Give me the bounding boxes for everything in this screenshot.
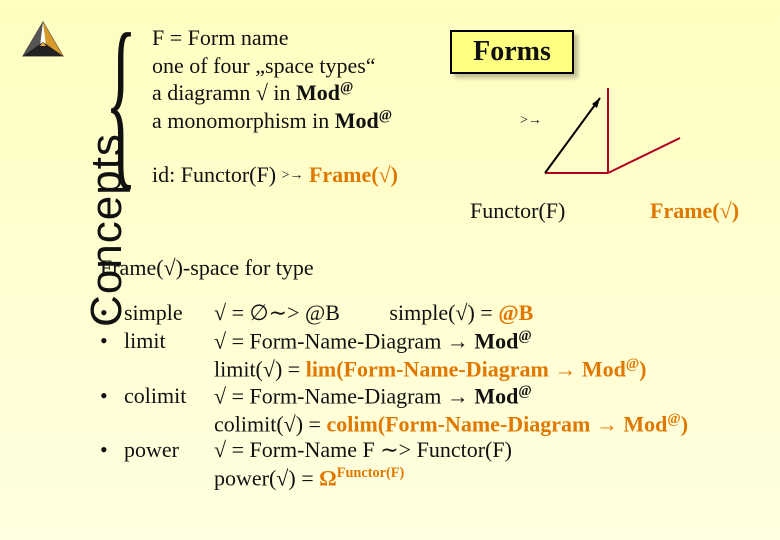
def-line-4: a monomorphism in Mod@ — [152, 107, 392, 135]
simple-def-c: @B — [498, 300, 533, 325]
limit-def-mod: Mod — [474, 328, 518, 353]
limit2-a: limit(√) = — [214, 357, 306, 382]
colimit-line-2: colimit(√) = colim(Form-Name-Diagram → M… — [100, 411, 760, 437]
bullet-simple: • simple √ = ∅∼> @B simple(√) = @B — [100, 300, 760, 326]
power2-omega: Ω — [319, 466, 337, 491]
limit2-b: lim(Form-Name-Diagram → Mod — [306, 357, 626, 382]
limit-def-a: √ = Form-Name-Diagram → — [214, 328, 474, 353]
def-line-4a: a monomorphism in — [152, 108, 335, 133]
colimit-def-sup: @ — [518, 383, 531, 399]
bullet-power: • power √ = Form-Name F ∼> Functor(F) — [100, 437, 760, 463]
limit2-d: ) — [639, 357, 646, 382]
slide: Concepts { F = Form name one of four „sp… — [0, 0, 780, 540]
bullet-kind: power — [124, 437, 214, 463]
power-line-2: power(√) = ΩFunctor(F) — [100, 465, 760, 491]
colimit2-b: colim(Form-Name-Diagram → Mod — [326, 411, 667, 436]
limit-line-2: limit(√) = lim(Form-Name-Diagram → Mod@) — [100, 356, 760, 382]
bullet-limit: • limit √ = Form-Name-Diagram → Mod@ — [100, 328, 760, 354]
def-line-3: a diagramn √ in Mod@ — [152, 79, 392, 107]
bullet-dot-icon: • — [100, 437, 124, 463]
functor-label: Functor(F) — [470, 198, 565, 224]
limit2-sup: @ — [626, 356, 639, 372]
bullet-dot-icon: • — [100, 300, 124, 326]
bullet-dot-icon: • — [100, 383, 124, 409]
def-line-3-mod: Mod — [296, 80, 340, 105]
frame-type-line: Frame(√)-space for type — [100, 255, 314, 281]
colimit-def-mod: Mod — [474, 383, 518, 408]
simple-def-a: √ = ∅∼> @B — [214, 300, 340, 325]
id-arrow-icon: >→ — [282, 168, 304, 183]
bullet-def: √ = ∅∼> @B simple(√) = @B — [214, 300, 760, 326]
bullet-kind: limit — [124, 328, 214, 354]
limit-def-sup: @ — [518, 328, 531, 344]
bullet-kind: colimit — [124, 383, 214, 409]
power2-sup: Functor(F) — [337, 465, 405, 481]
id-line: id: Functor(F) >→ Frame(√) — [152, 162, 398, 188]
id-prefix: id: Functor(F) — [152, 162, 282, 187]
id-frame: Frame(√) — [303, 162, 398, 187]
power2-a: power(√) = — [214, 466, 319, 491]
diagram-arrow-label: >→ — [520, 113, 542, 129]
bullet-def: √ = Form-Name-Diagram → Mod@ — [214, 328, 760, 354]
def-line-2: one of four „space types“ — [152, 52, 392, 80]
bullet-dot-icon: • — [100, 328, 124, 354]
colimit2-a: colimit(√) = — [214, 411, 326, 436]
simple-def-b: simple(√) = — [389, 300, 498, 325]
definition-block: F = Form name one of four „space types“ … — [152, 24, 392, 134]
power-def-a: √ = Form-Name F ∼> Functor(F) — [214, 437, 512, 462]
frame-label: Frame(√) — [650, 198, 739, 224]
bullet-colimit: • colimit √ = Form-Name-Diagram → Mod@ — [100, 383, 760, 409]
bullet-def: √ = Form-Name F ∼> Functor(F) — [214, 437, 760, 463]
forms-title-box: Forms — [450, 30, 574, 74]
bullet-def: √ = Form-Name-Diagram → Mod@ — [214, 383, 760, 409]
def-line-3-sup: @ — [340, 80, 353, 96]
brace-icon: { — [105, 30, 137, 173]
colimit2-d: ) — [681, 411, 688, 436]
logo-icon — [18, 18, 68, 68]
bullet-kind: simple — [124, 300, 214, 326]
def-line-4-sup: @ — [379, 107, 392, 123]
bullet-list: • simple √ = ∅∼> @B simple(√) = @B • lim… — [100, 300, 760, 492]
colimit2-sup: @ — [667, 411, 680, 427]
colimit-def-a: √ = Form-Name-Diagram → — [214, 383, 474, 408]
arrow-diagram: >→ — [530, 78, 690, 194]
def-line-1: F = Form name — [152, 24, 392, 52]
def-line-3a: a diagramn √ in — [152, 80, 296, 105]
def-line-4-mod: Mod — [335, 108, 379, 133]
